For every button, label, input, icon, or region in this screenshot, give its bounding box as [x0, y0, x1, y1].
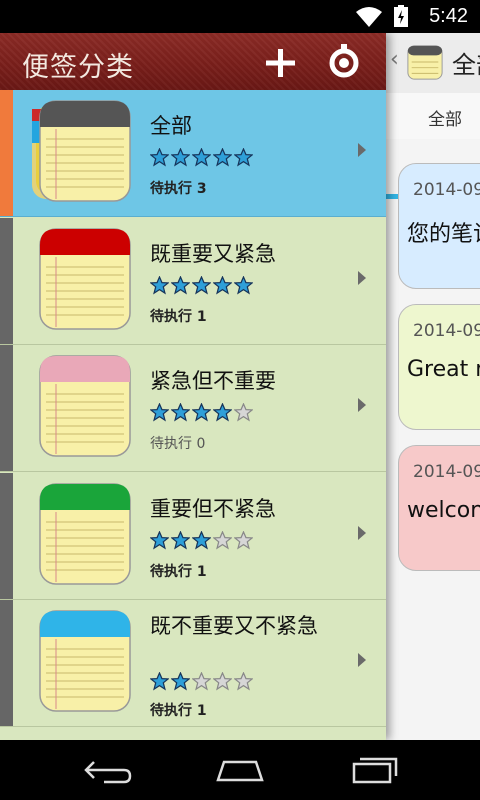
star-empty-icon — [192, 672, 211, 691]
notepad-icon — [39, 482, 131, 585]
star-filled-icon — [171, 403, 190, 422]
chevron-right-icon — [358, 143, 366, 157]
note-text: welcon — [407, 498, 480, 523]
star-empty-icon — [213, 672, 232, 691]
star-filled-icon — [150, 148, 169, 167]
chevron-right-icon — [358, 653, 366, 667]
action-bar: 便签分类 — [0, 33, 386, 90]
star-filled-icon — [213, 403, 232, 422]
chevron-right-icon — [358, 270, 366, 285]
star-filled-icon — [150, 275, 169, 294]
category-name: 紧急但不重要 — [150, 369, 276, 393]
rating-stars — [150, 148, 253, 170]
category-drawer: 便签分类 全部 待执行 3 既重要又紧急 待执行 1 紧急但不重要 待执行 0 重要但不紧急… — [0, 33, 386, 740]
star-filled-icon — [171, 275, 190, 294]
wifi-icon — [356, 7, 382, 27]
back-icon[interactable] — [80, 754, 136, 786]
pending-count: 待执行 1 — [150, 563, 207, 580]
note-date: 2014-09 — [413, 462, 480, 482]
note-text: Great n — [407, 357, 480, 382]
rating-stars — [150, 672, 253, 694]
star-filled-icon — [213, 148, 232, 167]
notes-panel[interactable]: ‹ 全部 全部 2014-09 您的笔记 2014-09 Great n 201… — [386, 33, 480, 740]
category-item[interactable]: 既不重要又不紧急待执行 1 — [0, 600, 386, 727]
note-text: 您的笔记 — [407, 222, 480, 247]
star-filled-icon — [192, 530, 211, 549]
recents-icon[interactable] — [346, 754, 402, 786]
note-card[interactable]: 2014-09 您的笔记 — [398, 163, 480, 289]
notepad-icon — [39, 227, 131, 330]
rating-stars — [150, 530, 253, 553]
back-caret-icon[interactable]: ‹ — [390, 47, 399, 72]
pending-count: 待执行 0 — [150, 436, 206, 452]
home-icon[interactable] — [212, 754, 268, 786]
rating-stars — [150, 403, 253, 425]
star-filled-icon — [192, 275, 211, 294]
note-date: 2014-09 — [413, 321, 480, 341]
notepad-icon — [39, 610, 131, 712]
category-name: 既重要又紧急 — [150, 241, 276, 266]
star-filled-icon — [192, 403, 211, 422]
app-title: 便签分类 — [22, 52, 134, 83]
add-category-button[interactable] — [258, 41, 302, 83]
star-filled-icon — [150, 672, 169, 691]
category-indicator — [0, 345, 13, 471]
note-date: 2014-09 — [413, 180, 480, 200]
star-filled-icon — [234, 275, 253, 294]
star-empty-icon — [234, 672, 253, 691]
screen: { "status": {"time": "5:42"}, "app": {"t… — [0, 0, 480, 800]
pending-count: 待执行 1 — [150, 703, 207, 719]
note-card[interactable]: 2014-09 welcon — [398, 445, 480, 571]
rating-stars — [150, 275, 253, 298]
category-indicator — [0, 90, 13, 216]
pending-count: 待执行 1 — [150, 308, 207, 325]
status-bar: 5:42 — [0, 0, 480, 33]
star-filled-icon — [213, 275, 232, 294]
star-filled-icon — [150, 530, 169, 549]
notes-tabs: 全部 — [386, 93, 480, 199]
category-name: 既不重要又不紧急 — [150, 614, 318, 638]
star-filled-icon — [171, 530, 190, 549]
pending-count: 待执行 3 — [150, 181, 207, 197]
battery-icon — [394, 5, 408, 27]
notepad-icon — [32, 100, 131, 202]
chevron-right-icon — [358, 525, 366, 540]
clock: 5:42 — [429, 5, 468, 27]
sync-button[interactable] — [322, 39, 366, 83]
category-indicator — [0, 217, 13, 344]
notepad-icon — [39, 355, 131, 457]
category-item[interactable]: 重要但不紧急待执行 1 — [0, 472, 386, 600]
star-empty-icon — [213, 530, 232, 549]
notes-header: ‹ 全部 — [386, 33, 480, 93]
category-item[interactable]: 全部待执行 3 — [0, 90, 386, 217]
category-indicator — [0, 600, 13, 726]
category-name: 全部 — [150, 114, 192, 138]
navigation-bar — [0, 740, 480, 800]
star-filled-icon — [192, 148, 211, 167]
category-indicator — [0, 472, 13, 599]
notepad-icon — [407, 45, 443, 80]
category-name: 重要但不紧急 — [150, 496, 276, 521]
note-card[interactable]: 2014-09 Great n — [398, 304, 480, 430]
star-filled-icon — [234, 148, 253, 167]
chevron-right-icon — [358, 398, 366, 412]
category-item[interactable]: 既重要又紧急待执行 1 — [0, 217, 386, 345]
star-empty-icon — [234, 403, 253, 422]
star-filled-icon — [150, 403, 169, 422]
category-item[interactable]: 紧急但不重要待执行 0 — [0, 345, 386, 472]
star-empty-icon — [234, 530, 253, 549]
star-filled-icon — [171, 672, 190, 691]
star-filled-icon — [171, 148, 190, 167]
notes-title: 全部 — [452, 51, 480, 79]
tab-all[interactable]: 全部 — [428, 105, 462, 130]
category-list: 全部 待执行 3 既重要又紧急 待执行 1 紧急但不重要 待执行 0 重要但不紧急 待执行 1… — [0, 90, 386, 740]
